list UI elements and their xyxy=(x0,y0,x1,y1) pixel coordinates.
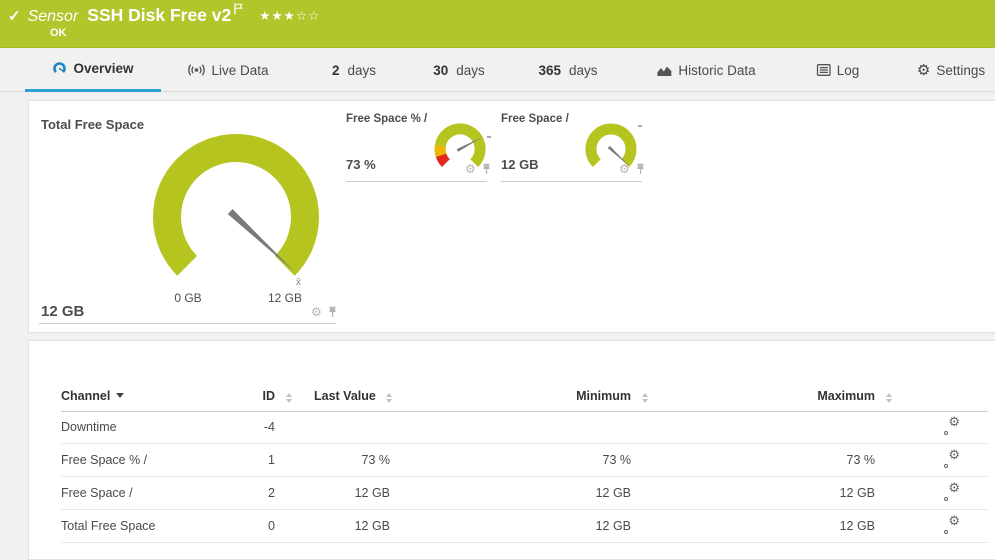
channel-table-panel: Channel ID Last Value Minimum Maximum Do… xyxy=(28,340,995,560)
channel-rows: Downtime -4 ⚙ Free Space % / 1 73 % 73 %… xyxy=(61,411,988,543)
channel-maximum: 73 % xyxy=(773,444,875,477)
channel-settings-gear-icon[interactable]: ⚙ xyxy=(944,519,960,535)
column-header-id[interactable]: ID xyxy=(189,389,275,403)
column-header-channel[interactable]: Channel xyxy=(61,389,124,403)
tab-2-days-number: 2 xyxy=(332,63,340,78)
tab-historic-data[interactable]: Historic Data xyxy=(646,48,765,92)
channel-name: Free Space % / xyxy=(61,444,147,477)
tab-2-days[interactable]: 2 days xyxy=(322,48,386,92)
free-gauge-title: Free Space / xyxy=(501,113,569,125)
tab-live-data-label: Live Data xyxy=(211,63,268,78)
table-row-downtime[interactable]: Downtime -4 ⚙ xyxy=(61,411,988,444)
main-gauge-value: 12 GB xyxy=(41,303,84,320)
tab-log[interactable]: Log xyxy=(807,48,870,92)
column-header-maximum[interactable]: Maximum xyxy=(773,389,875,403)
log-list-icon xyxy=(817,64,831,76)
channel-id: 1 xyxy=(189,444,275,477)
main-gauge-scale-min: 0 GB xyxy=(163,291,213,305)
column-header-channel-label: Channel xyxy=(61,389,110,403)
tab-30-days-unit: days xyxy=(456,63,485,78)
channel-last-value: 73 % xyxy=(304,444,390,477)
graph-settings-gear-icon[interactable]: ⚙ xyxy=(465,163,476,175)
percent-gauge-title: Free Space % / xyxy=(346,113,427,125)
pin-icon[interactable] xyxy=(635,163,646,175)
graph-settings-gear-icon[interactable]: ⚙ xyxy=(311,306,322,318)
tab-overview-label: Overview xyxy=(73,61,133,76)
channel-last-value xyxy=(304,411,390,444)
channel-settings-gear-icon[interactable]: ⚙ xyxy=(944,453,960,469)
tab-bar: Overview Live Data 2 days 30 days 365 da… xyxy=(0,48,995,92)
channel-maximum: 12 GB xyxy=(773,477,875,510)
tab-365-days-unit: days xyxy=(569,63,598,78)
percent-gauge-value: 73 % xyxy=(346,157,376,172)
average-tick xyxy=(638,125,642,127)
pin-icon[interactable] xyxy=(327,306,338,318)
stars-filled: ★★★ xyxy=(259,9,296,23)
broadcast-icon xyxy=(187,63,205,77)
sensor-kind-label: Sensor xyxy=(28,8,79,26)
channel-id: -4 xyxy=(189,411,275,444)
sensor-title: SSH Disk Free v2 xyxy=(87,5,231,26)
average-marker: x̄ xyxy=(296,277,301,288)
channel-minimum: 12 GB xyxy=(529,510,631,543)
table-row-free-space-percent[interactable]: Free Space % / 1 73 % 73 % 73 % ⚙ xyxy=(61,444,988,477)
channel-minimum: 12 GB xyxy=(529,477,631,510)
channel-name: Free Space / xyxy=(61,477,133,510)
graph-settings-gear-icon[interactable]: ⚙ xyxy=(619,163,630,175)
channel-id: 2 xyxy=(189,477,275,510)
channel-settings-gear-icon[interactable]: ⚙ xyxy=(944,486,960,502)
flag-icon[interactable] xyxy=(234,3,243,15)
tab-2-days-unit: days xyxy=(347,63,376,78)
channel-name: Total Free Space xyxy=(61,510,156,543)
tab-settings[interactable]: ⚙ Settings xyxy=(907,48,995,92)
sort-desc-icon xyxy=(116,393,124,398)
sort-icon[interactable] xyxy=(886,393,892,403)
area-chart-icon xyxy=(656,64,672,77)
tab-live-data[interactable]: Live Data xyxy=(177,48,278,92)
status-badge: OK xyxy=(50,27,67,39)
free-gauge-value: 12 GB xyxy=(501,157,539,172)
column-header-minimum[interactable]: Minimum xyxy=(529,389,631,403)
channel-minimum: 73 % xyxy=(529,444,631,477)
channel-name: Downtime xyxy=(61,411,117,444)
table-row-total-free-space[interactable]: Total Free Space 0 12 GB 12 GB 12 GB ⚙ xyxy=(61,510,988,543)
settings-gear-icon: ⚙ xyxy=(917,63,930,78)
channel-last-value: 12 GB xyxy=(304,477,390,510)
tab-30-days-number: 30 xyxy=(433,63,448,78)
tab-settings-label: Settings xyxy=(936,63,985,78)
overview-panel: Total Free Space x̄ 0 GB 12 GB 12 GB ⚙ F… xyxy=(28,100,995,333)
tab-365-days[interactable]: 365 days xyxy=(528,48,607,92)
channel-maximum xyxy=(773,411,875,444)
sort-icon[interactable] xyxy=(642,393,648,403)
channel-minimum xyxy=(529,411,631,444)
column-header-last-value[interactable]: Last Value xyxy=(314,389,376,403)
main-gauge-title: Total Free Space xyxy=(41,117,144,132)
status-check-icon: ✓ xyxy=(8,7,21,25)
sort-icon[interactable] xyxy=(386,393,392,403)
main-gauge-scale-max: 12 GB xyxy=(260,291,310,305)
priority-stars[interactable]: ★★★☆☆ xyxy=(259,8,320,23)
channel-id: 0 xyxy=(189,510,275,543)
tab-overview[interactable]: Overview xyxy=(25,48,161,92)
sensor-header: ✓ Sensor SSH Disk Free v2 ★★★☆☆ OK xyxy=(0,0,995,48)
table-row-free-space[interactable]: Free Space / 2 12 GB 12 GB 12 GB ⚙ xyxy=(61,477,988,510)
tab-365-days-number: 365 xyxy=(538,63,561,78)
pin-icon[interactable] xyxy=(481,163,492,175)
tab-log-label: Log xyxy=(837,63,860,78)
channel-last-value: 12 GB xyxy=(304,510,390,543)
sort-icon[interactable] xyxy=(286,393,292,403)
stars-empty: ☆☆ xyxy=(296,9,320,23)
channel-maximum: 12 GB xyxy=(773,510,875,543)
average-tick xyxy=(487,136,491,138)
gauge-icon xyxy=(52,61,67,76)
channel-settings-gear-icon[interactable]: ⚙ xyxy=(944,420,960,436)
tab-30-days[interactable]: 30 days xyxy=(423,48,495,92)
tab-historic-data-label: Historic Data xyxy=(678,63,755,78)
